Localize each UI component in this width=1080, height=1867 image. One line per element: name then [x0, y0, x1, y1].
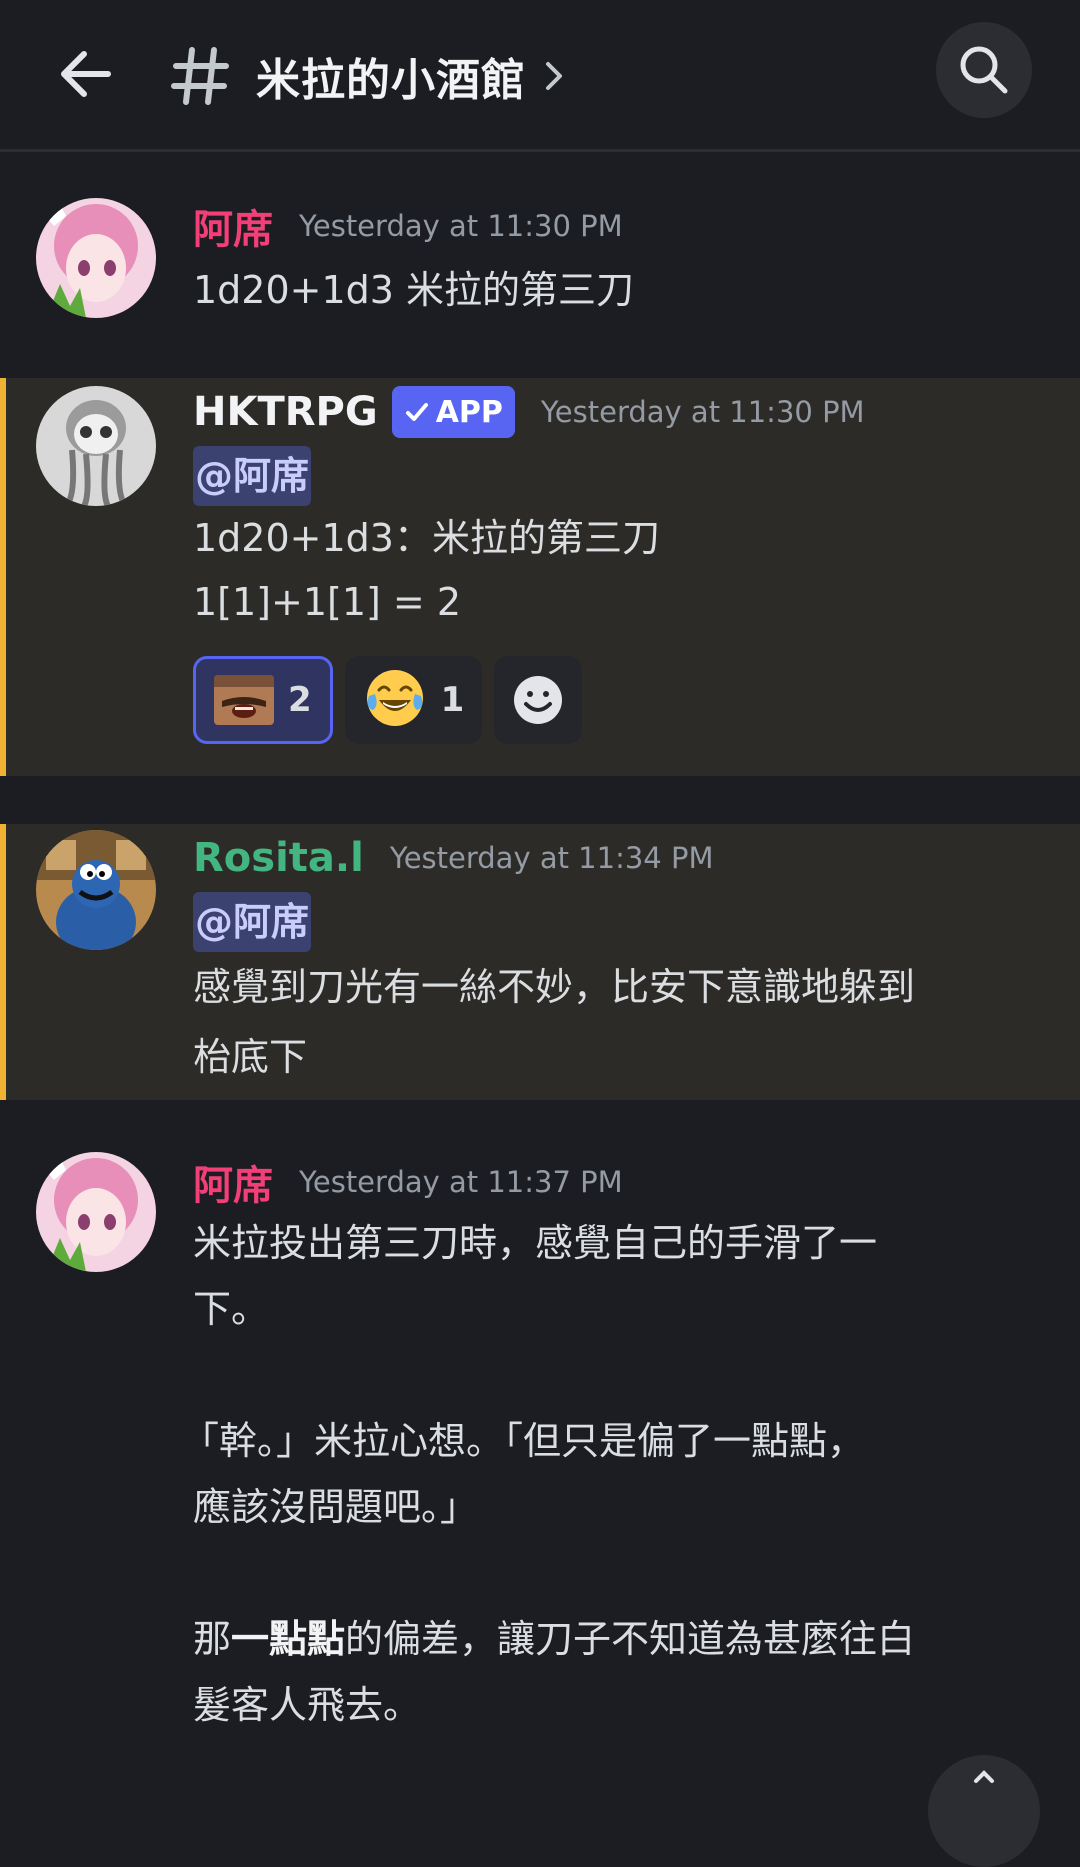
text-segment: 那 — [193, 1617, 232, 1661]
timestamp: Yesterday at 11:30 PM — [299, 209, 623, 243]
user-mention[interactable]: @阿席 — [193, 892, 312, 952]
add-reaction-icon — [514, 676, 563, 724]
reaction-count: 2 — [288, 680, 312, 720]
avatar[interactable] — [36, 198, 156, 318]
app-badge: APP — [391, 386, 515, 438]
author-name[interactable]: 阿席 — [193, 197, 273, 255]
reaction-button[interactable]: 2 — [193, 656, 333, 744]
user-mention[interactable]: @阿席 — [193, 446, 312, 506]
search-icon — [960, 46, 1008, 94]
text-segment: 的偏差，讓刀子不知道為甚麼往白 — [345, 1617, 916, 1661]
bold-text: 一點點 — [231, 1617, 346, 1661]
author-name[interactable]: HKTRPG — [193, 389, 378, 435]
channel-title[interactable]: 米拉的小酒館 — [168, 38, 566, 114]
message-text: 下。 — [193, 1287, 270, 1331]
message-text: 「幹。」米拉心想。「但只是偏了一點點， — [181, 1419, 866, 1463]
reaction-count: 1 — [440, 680, 465, 720]
author-name[interactable]: Rosita.l — [193, 835, 364, 881]
avatar[interactable] — [36, 1152, 156, 1272]
checkmark-icon — [405, 403, 428, 421]
avatar[interactable] — [36, 830, 156, 950]
timestamp: Yesterday at 11:30 PM — [540, 395, 865, 429]
app-badge-label: APP — [435, 394, 503, 430]
chevron-right-icon — [542, 58, 566, 94]
message-text: 1d20+1d3：米拉的第三刀 — [193, 516, 660, 560]
author-name[interactable]: 阿席 — [193, 1153, 273, 1211]
message-text: 1[1]+1[1] = 2 — [193, 580, 462, 624]
message-item[interactable]: 阿席 Yesterday at 11:37 PM 米拉投出第三刀時，感覺自己的手… — [0, 1138, 1080, 1798]
message-text: 枱底下 — [193, 1035, 308, 1079]
message-item[interactable]: Rosita.l Yesterday at 11:34 PM @阿席 感覺到刀光… — [0, 824, 1080, 1100]
message-item[interactable]: 阿席 Yesterday at 11:30 PM 1d20+1d3 米拉的第三刀 — [0, 184, 1080, 334]
add-reaction-button[interactable] — [494, 656, 583, 744]
back-button[interactable] — [48, 36, 124, 112]
timestamp: Yesterday at 11:34 PM — [389, 841, 714, 875]
message-text: 那一點點的偏差，讓刀子不知道為甚麼往白 — [193, 1606, 1020, 1672]
message-text: 感覺到刀光有一絲不妙，比安下意識地躲到 — [193, 965, 916, 1009]
jump-to-present-button[interactable] — [928, 1755, 1040, 1867]
message-text: 米拉投出第三刀時，感覺自己的手滑了一 — [193, 1221, 878, 1265]
hash-icon — [168, 44, 232, 108]
avatar[interactable] — [36, 386, 156, 506]
reaction-button[interactable]: 1 — [344, 656, 483, 744]
arrow-up-icon — [974, 1770, 994, 1783]
message-item[interactable]: HKTRPG APP Yesterday at 11:30 PM @阿席 1d2… — [0, 378, 1080, 776]
message-text: 1d20+1d3 米拉的第三刀 — [193, 268, 635, 312]
tears-of-joy-emoji — [363, 666, 427, 734]
laughing-man-emoji — [214, 675, 274, 725]
message-text: 應該沒問題吧。」 — [193, 1485, 479, 1529]
channel-name: 米拉的小酒館 — [256, 55, 526, 106]
message-text: 髮客人飛去。 — [193, 1683, 422, 1727]
reactions-bar: 2 1 — [193, 656, 1020, 744]
arrow-left-icon — [61, 51, 111, 97]
timestamp: Yesterday at 11:37 PM — [299, 1165, 623, 1199]
search-button[interactable] — [936, 22, 1032, 118]
channel-header: 米拉的小酒館 — [0, 0, 1080, 152]
